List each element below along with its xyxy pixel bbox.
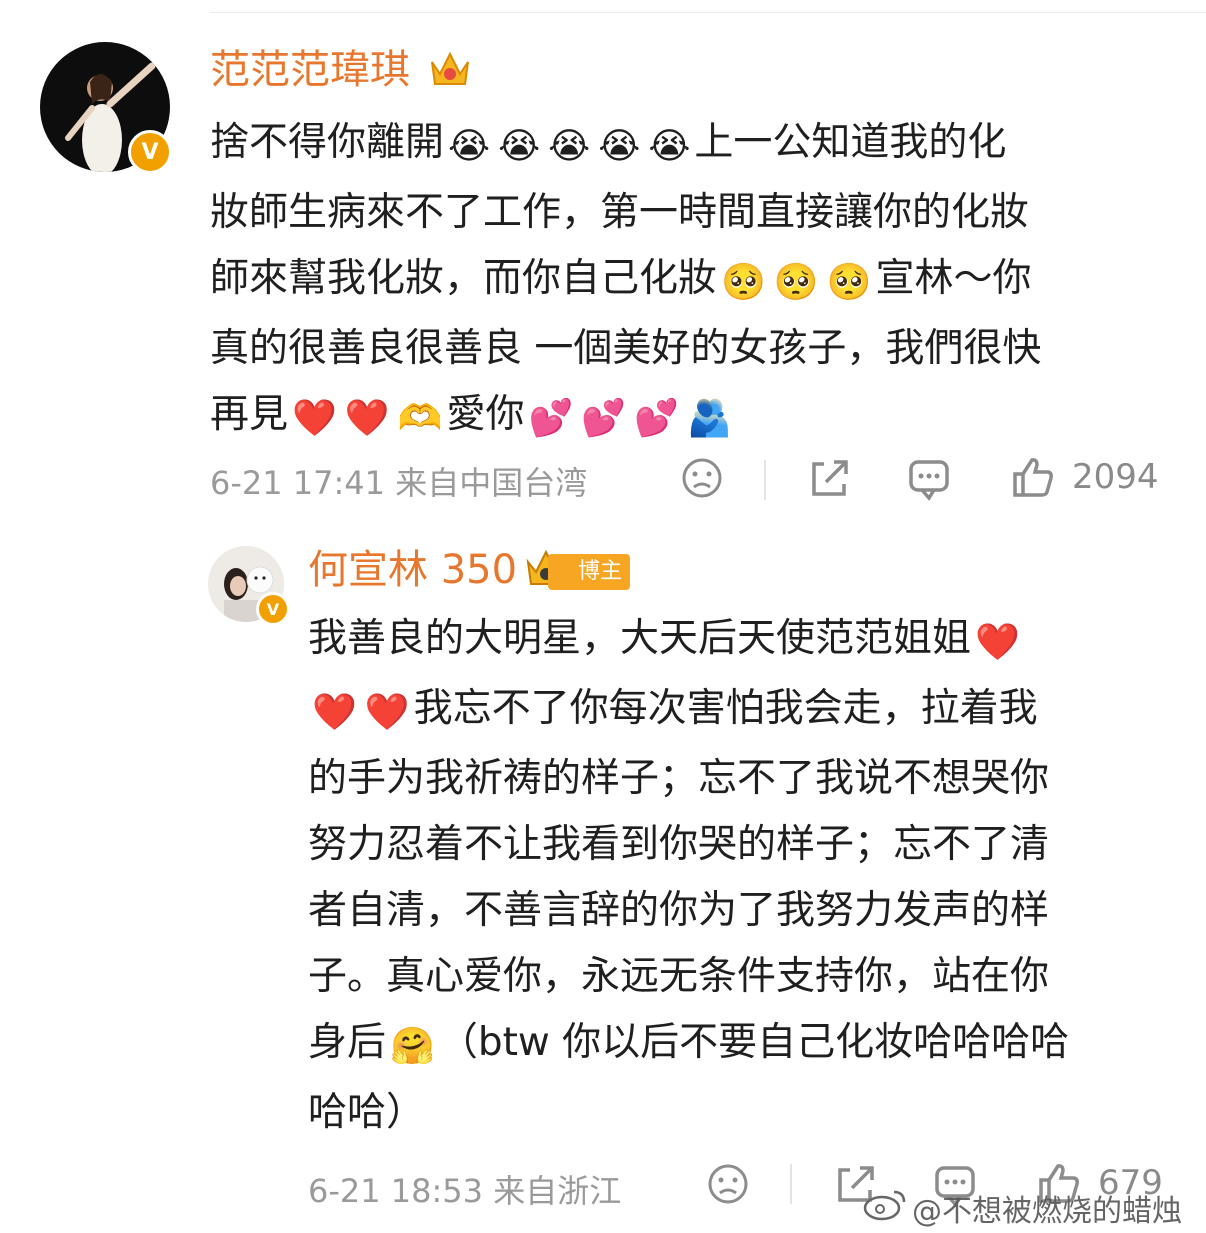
text-line: 師來幫我化妝，而你自己化妝 🥺 🥺 🥺 宣林～你 (210, 246, 1170, 316)
like-button[interactable]: 2094 (1010, 454, 1159, 500)
reply-verified-icon: V (256, 592, 290, 626)
text-segment: 妝師生病來不了工作，第一時間直接讓你的化妝 (210, 190, 1030, 235)
sad-face-icon (682, 458, 722, 498)
reply-text: 我善良的大明星，大天后天使范范姐姐 ❤️ ❤️ ❤️ 我忘不了你每次害怕我会走，拉着我的… (308, 606, 1188, 1146)
like-count: 2094 (1072, 457, 1159, 497)
text-segment: 者自清，不善言辞的你为了我努力发声的样 (308, 888, 1050, 933)
comment-button[interactable] (906, 456, 952, 502)
text-line: 再見 ❤️ ❤️ 🫶 愛你 💕 💕 💕 🫂 (210, 382, 1170, 452)
emoji-icon: 😭 (448, 126, 491, 167)
text-segment: （btw 你以后不要自己化妆哈哈哈哈 (438, 1020, 1070, 1065)
watermark: @不想被燃烧的蜡烛 (912, 1194, 1182, 1229)
text-segment: 真的很善良很善良 一個美好的女孩子，我們很快 (210, 326, 1042, 371)
reply-username[interactable]: 何宣林 350 (308, 546, 517, 594)
emoji-icon: 😭 (498, 126, 541, 167)
share-button[interactable] (806, 456, 852, 500)
text-line: 者自清，不善言辞的你为了我努力发声的样 (308, 878, 1188, 944)
text-segment: 子。真心爱你，永远无条件支持你，站在你 (308, 954, 1050, 999)
sad-face-icon (708, 1164, 748, 1204)
text-line: 身后 🤗 （btw 你以后不要自己化妆哈哈哈哈 (308, 1010, 1188, 1080)
text-line: 努力忍着不让我看到你哭的样子；忘不了清 (308, 812, 1188, 878)
text-segment: 努力忍着不让我看到你哭的样子；忘不了清 (308, 822, 1050, 867)
weibo-logo-icon (862, 1186, 910, 1226)
text-segment: 我忘不了你每次害怕我会走，拉着我 (413, 686, 1038, 731)
emoji-icon: 🥺 (773, 262, 819, 303)
emoji-icon: 🤗 (390, 1026, 435, 1067)
text-segment: 宣林～你 (875, 256, 1032, 301)
text-segment: 愛你 (446, 392, 525, 437)
verified-icon: V (128, 130, 172, 174)
text-line: 子。真心爱你，永远无条件支持你，站在你 (308, 944, 1188, 1010)
emoji-icon: 💕 (581, 398, 627, 439)
text-segment: 師來幫我化妝，而你自己化妝 (210, 256, 718, 301)
comment-username[interactable]: 范范范瑋琪 (210, 46, 410, 94)
emoji-icon: ❤️ (975, 622, 1020, 663)
emoji-icon: 💕 (528, 398, 574, 439)
reply-dislike-button[interactable] (706, 1162, 750, 1206)
text-line: ❤️ ❤️ 我忘不了你每次害怕我会走，拉着我 (308, 676, 1188, 746)
text-line: 妝師生病來不了工作，第一時間直接讓你的化妝 (210, 180, 1170, 246)
text-segment: 的手为我祈祷的样子；忘不了我说不想哭你 (308, 756, 1050, 801)
reply-meta: 6-21 18:53 来自浙江 (308, 1172, 622, 1210)
action-separator (764, 460, 766, 500)
share-icon (812, 460, 848, 496)
emoji-icon: 🫂 (687, 398, 732, 439)
emoji-icon: 😭 (648, 126, 691, 167)
blogger-badge: 博主 (548, 554, 631, 590)
text-segment: 哈哈） (308, 1090, 426, 1135)
text-line: 的手为我祈祷的样子；忘不了我说不想哭你 (308, 746, 1188, 812)
emoji-icon: 😭 (598, 126, 641, 167)
emoji-icon: ❤️ (344, 398, 390, 439)
top-divider (210, 12, 1206, 13)
text-line: 哈哈） (308, 1080, 1188, 1146)
text-segment: 身后 (308, 1020, 387, 1065)
emoji-icon: ❤️ (364, 692, 410, 733)
comment-icon (909, 460, 949, 501)
emoji-icon: 💕 (634, 398, 679, 439)
dislike-button[interactable] (680, 456, 724, 500)
emoji-icon: 😭 (548, 126, 591, 167)
emoji-icon: ❤️ (312, 692, 357, 733)
emoji-icon: 🥺 (721, 262, 766, 303)
emoji-icon: 🥺 (826, 262, 872, 303)
text-segment: 再見 (210, 392, 289, 437)
text-line: 捨不得你離開 😭 😭 😭 😭 😭 上一公知道我的化 (210, 110, 1170, 180)
comment-meta: 6-21 17:41 来自中国台湾 (210, 464, 588, 502)
comment-text: 捨不得你離開 😭 😭 😭 😭 😭 上一公知道我的化 妝師生病來不了工作，第一時間直接讓你的化妝… (210, 110, 1170, 452)
text-segment: 我善良的大明星，大天后天使范范姐姐 (308, 616, 972, 661)
crown-icon (428, 48, 472, 94)
text-line: 真的很善良很善良 一個美好的女孩子，我們很快 (210, 316, 1170, 382)
emoji-icon: ❤️ (292, 398, 337, 439)
action-separator (790, 1164, 792, 1204)
thumbs-up-icon (1013, 458, 1053, 497)
text-segment: 捨不得你離開 (210, 120, 445, 165)
emoji-icon: 🫶 (397, 398, 443, 439)
text-segment: 上一公知道我的化 (694, 120, 1007, 165)
text-line: 我善良的大明星，大天后天使范范姐姐 ❤️ (308, 606, 1188, 676)
